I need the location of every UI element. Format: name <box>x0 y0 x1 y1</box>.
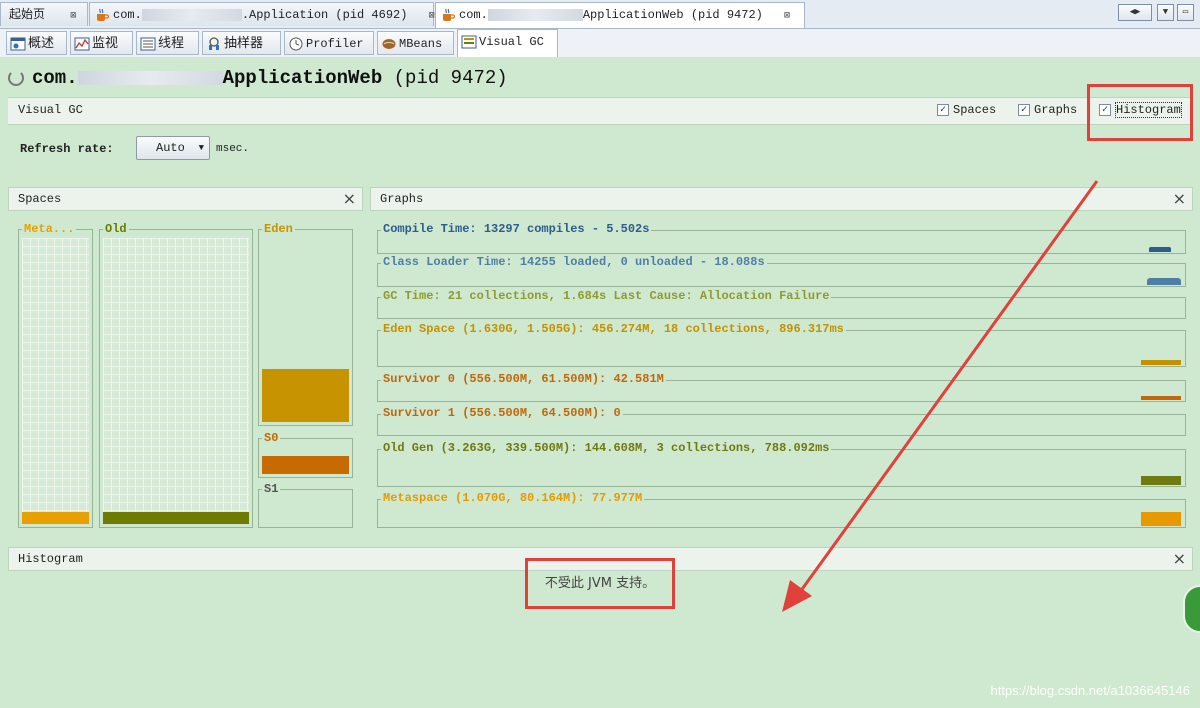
watermark: https://blog.csdn.net/a1036645146 <box>990 683 1191 698</box>
histogram-unsupported-message: 不受此 JVM 支持。 <box>525 558 675 609</box>
